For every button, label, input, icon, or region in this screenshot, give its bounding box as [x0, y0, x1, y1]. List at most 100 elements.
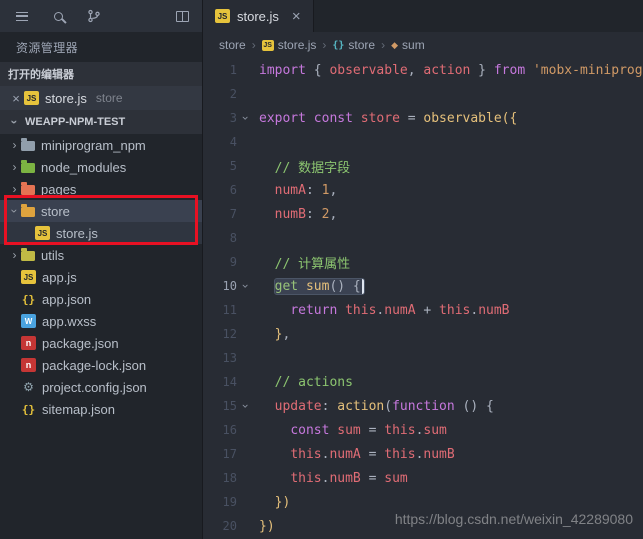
tree-item-store[interactable]: ›store [0, 200, 202, 222]
breadcrumb-item-store[interactable]: store [219, 38, 246, 52]
fold-icon[interactable]: › [239, 110, 253, 127]
code-token [259, 471, 290, 486]
code-line[interactable]: 8 [203, 226, 643, 250]
tree-item-label: project.config.json [42, 380, 147, 395]
tree-item-label: pages [41, 182, 76, 197]
line-number: 2 [203, 87, 237, 101]
code-token: this [290, 471, 321, 486]
code-token: () { [455, 399, 494, 414]
tree-item-store-js[interactable]: JSstore.js [0, 222, 202, 244]
chevron-down-icon: › [8, 205, 22, 218]
tree-item-sitemap-json[interactable]: {}sitemap.json [0, 398, 202, 420]
code-token: this [439, 303, 470, 318]
code-text: }) [254, 495, 290, 510]
code-line[interactable]: 6 numA: 1, [203, 178, 643, 202]
tab-close-icon[interactable]: × [292, 9, 301, 24]
code-text: numB: 2, [254, 207, 337, 222]
chevron-right-icon: › [8, 160, 21, 174]
code-line[interactable]: 9 // 计算属性 [203, 250, 643, 274]
line-number: 13 [203, 351, 237, 365]
text-cursor [362, 279, 364, 294]
open-editors-header[interactable]: 打开的编辑器 [0, 62, 202, 86]
code-line[interactable]: 16 const sum = this.sum [203, 418, 643, 442]
tree-item-utils[interactable]: ›utils [0, 244, 202, 266]
tree-item-project-config-json[interactable]: ⚙project.config.json [0, 376, 202, 398]
code-text: // 数据字段 [254, 157, 350, 176]
line-number: 16 [203, 423, 237, 437]
code-token [259, 375, 275, 390]
code-line[interactable]: 1import { observable, action } from 'mob… [203, 58, 643, 82]
code-token: . [470, 303, 478, 318]
tree-item-package-json[interactable]: npackage.json [0, 332, 202, 354]
tab-store-js[interactable]: JS store.js × [203, 0, 314, 32]
tree-item-node-modules[interactable]: ›node_modules [0, 156, 202, 178]
code-token: observable [423, 111, 501, 126]
code-token: const [314, 111, 353, 126]
code-line[interactable]: 4 [203, 130, 643, 154]
breadcrumb-item-sum[interactable]: ◆sum [391, 38, 425, 52]
code-token [259, 327, 275, 342]
breadcrumb-label: store [219, 38, 246, 52]
breadcrumb-item-store[interactable]: {}store [332, 38, 375, 52]
code-token: : [322, 399, 338, 414]
open-editor-label: store.js [45, 91, 87, 106]
code-token [259, 447, 290, 462]
code-line[interactable]: 5 // 数据字段 [203, 154, 643, 178]
code-token [259, 495, 275, 510]
folder-open-icon [21, 207, 35, 217]
line-number: 14 [203, 375, 237, 389]
tree-item-app-wxss[interactable]: Wapp.wxss [0, 310, 202, 332]
code-text: }) [254, 519, 275, 534]
tree-item-package-lock-json[interactable]: npackage-lock.json [0, 354, 202, 376]
fold-icon[interactable]: › [239, 278, 253, 295]
menu-icon[interactable] [14, 8, 30, 24]
breadcrumb-item-store-js[interactable]: JSstore.js [262, 38, 317, 52]
code-text: export const store = observable({ [254, 111, 517, 126]
code-line[interactable]: 11 return this.numA + this.numB [203, 298, 643, 322]
code-token: ( [384, 399, 392, 414]
tree-item-label: package.json [42, 336, 119, 351]
tree-item-app-js[interactable]: JSapp.js [0, 266, 202, 288]
code-line[interactable]: 10› get sum() { [203, 274, 643, 298]
line-number: 10 [203, 279, 237, 293]
line-number: 4 [203, 135, 237, 149]
code-line[interactable]: 7 numB: 2, [203, 202, 643, 226]
code-token [337, 303, 345, 318]
code-line[interactable]: 2 [203, 82, 643, 106]
open-editor-item-store-js[interactable]: × JS store.js store [0, 86, 202, 110]
code-line[interactable]: 15› update: action(function () { [203, 394, 643, 418]
code-line[interactable]: 17 this.numA = this.numB [203, 442, 643, 466]
code-token: 'mobx-miniprogram' [533, 63, 643, 78]
code-token: numB [478, 303, 509, 318]
code-token: , [282, 327, 290, 342]
code-line[interactable]: 12 }, [203, 322, 643, 346]
code-token [259, 303, 290, 318]
split-editor-icon[interactable] [174, 8, 190, 24]
javascript-file-icon: JS [24, 91, 39, 105]
code-token [298, 279, 306, 294]
code-token: numA [329, 447, 360, 462]
code-token: numA [275, 183, 306, 198]
tree-item-label: app.js [42, 270, 77, 285]
code-text: numA: 1, [254, 183, 337, 198]
code-line[interactable]: 18 this.numB = sum [203, 466, 643, 490]
workspace-header[interactable]: › WEAPP-NPM-TEST [0, 110, 202, 134]
tree-item-app-json[interactable]: {}app.json [0, 288, 202, 310]
code-token [259, 399, 275, 414]
line-number: 6 [203, 183, 237, 197]
close-icon[interactable]: × [8, 91, 24, 106]
git-branch-icon[interactable] [86, 8, 102, 24]
tree-item-miniprogram-npm[interactable]: ›miniprogram_npm [0, 134, 202, 156]
wxss-file-icon: W [21, 314, 36, 328]
code-token [259, 207, 275, 222]
fold-icon[interactable]: › [239, 398, 253, 415]
code-token: observable [329, 63, 407, 78]
tree-item-pages[interactable]: ›pages [0, 178, 202, 200]
explorer-sidebar: 资源管理器 打开的编辑器 × JS store.js store › WEAPP… [0, 32, 203, 539]
code-line[interactable]: 14 // actions [203, 370, 643, 394]
code-line[interactable]: 3›export const store = observable({ [203, 106, 643, 130]
search-icon[interactable] [50, 8, 66, 24]
code-token: this [345, 303, 376, 318]
code-token [259, 423, 290, 438]
code-line[interactable]: 13 [203, 346, 643, 370]
